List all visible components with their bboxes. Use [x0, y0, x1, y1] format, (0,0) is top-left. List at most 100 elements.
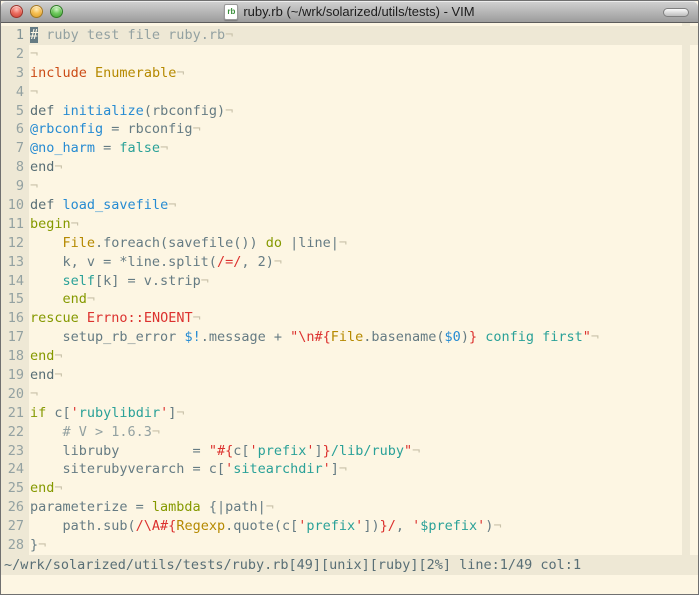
code-text: File.foreach(savefile()) do |line|¬: [29, 234, 347, 253]
code-line[interactable]: 10def load_savefile¬: [1, 196, 698, 215]
code-token: (rbconfig): [144, 103, 225, 119]
code-token: , 2): [241, 254, 274, 270]
document-icon: rb: [224, 4, 238, 20]
code-token: $0: [445, 329, 461, 345]
eol-marker: ¬: [493, 518, 501, 534]
code-line[interactable]: 21if c['rubylibdir']¬: [1, 404, 698, 423]
status-bar: ~/wrk/solarized/utils/tests/ruby.rb[49][…: [1, 555, 698, 575]
eol-marker: ¬: [176, 65, 184, 81]
code-line[interactable]: 2¬: [1, 45, 698, 64]
code-text: begin¬: [29, 215, 79, 234]
line-number: 28: [1, 536, 29, 555]
code-token: ': [225, 461, 233, 477]
eol-marker: ¬: [30, 84, 38, 100]
line-number: 6: [1, 120, 29, 139]
code-line[interactable]: 24 siterubyverarch = c['sitearchdir']¬: [1, 460, 698, 479]
code-token: if: [30, 405, 46, 421]
code-line[interactable]: 28}¬: [1, 536, 698, 555]
line-number: 16: [1, 309, 29, 328]
line-number: 11: [1, 215, 29, 234]
code-line[interactable]: 19end¬: [1, 366, 698, 385]
code-token: load_savefile: [63, 197, 169, 213]
code-line[interactable]: 18end¬: [1, 347, 698, 366]
code-token: ': [160, 405, 168, 421]
code-line[interactable]: 9¬: [1, 177, 698, 196]
code-line[interactable]: 16rescue Errno::ENOENT¬: [1, 309, 698, 328]
eol-marker: ¬: [225, 103, 233, 119]
code-token: c[: [46, 405, 70, 421]
minimize-button[interactable]: [30, 5, 43, 18]
code-line[interactable]: 3include Enumerable¬: [1, 64, 698, 83]
code-token: ]): [363, 518, 379, 534]
code-token: File: [63, 235, 96, 251]
code-token: "#{: [209, 443, 233, 459]
eol-marker: ¬: [266, 499, 274, 515]
code-token: k, v = *line.split(: [30, 254, 217, 270]
code-token: [k] = v.strip: [95, 273, 201, 289]
code-token: rescue: [30, 310, 79, 326]
code-line[interactable]: 22 # V > 1.6.3¬: [1, 423, 698, 442]
eol-marker: ¬: [30, 178, 38, 194]
code-token: Regexp: [176, 518, 225, 534]
code-token: ': [306, 443, 314, 459]
eol-marker: ¬: [87, 291, 95, 307]
code-token: include: [30, 65, 87, 81]
code-token: }: [323, 443, 331, 459]
code-token: =: [95, 140, 119, 156]
command-line[interactable]: [1, 575, 698, 594]
code-line[interactable]: 15 end¬: [1, 290, 698, 309]
window-controls: [10, 5, 63, 18]
code-line[interactable]: 17 setup_rb_error $!.message + "\n#{File…: [1, 328, 698, 347]
code-token: = rbconfig: [103, 121, 192, 137]
eol-marker: ¬: [339, 461, 347, 477]
code-text: siterubyverarch = c['sitearchdir']¬: [29, 460, 347, 479]
code-line[interactable]: 4¬: [1, 83, 698, 102]
code-line[interactable]: 20¬: [1, 385, 698, 404]
code-line[interactable]: 7@no_harm = false¬: [1, 139, 698, 158]
code-token: # V > 1.6.3: [30, 424, 152, 440]
code-token: ": [583, 329, 591, 345]
code-token: end: [30, 480, 54, 496]
line-number: 14: [1, 272, 29, 291]
window-title-group: rb ruby.rb (~/wrk/solarized/utils/tests)…: [71, 1, 628, 22]
code-token: .quote(c[: [225, 518, 298, 534]
code-token: ruby test file ruby.rb: [38, 27, 225, 43]
toolbar-toggle-button[interactable]: [663, 8, 689, 17]
code-token: ): [461, 329, 469, 345]
code-line[interactable]: 23 libruby = "#{c['prefix']}/lib/ruby"¬: [1, 442, 698, 461]
code-line[interactable]: 11begin¬: [1, 215, 698, 234]
eol-marker: ¬: [201, 273, 209, 289]
eol-marker: ¬: [71, 216, 79, 232]
window-title: ruby.rb (~/wrk/solarized/utils/tests) - …: [243, 4, 474, 19]
code-line[interactable]: 26parameterize = lambda {|path|¬: [1, 498, 698, 517]
code-line[interactable]: 13 k, v = *line.split(/=/, 2)¬: [1, 253, 698, 272]
close-button[interactable]: [10, 5, 23, 18]
code-token: false: [119, 140, 160, 156]
code-line[interactable]: 25end¬: [1, 479, 698, 498]
eol-marker: ¬: [225, 27, 233, 43]
code-line[interactable]: 6@rbconfig = rbconfig¬: [1, 120, 698, 139]
line-number: 20: [1, 385, 29, 404]
code-line[interactable]: 8end¬: [1, 158, 698, 177]
code-text: ¬: [29, 45, 38, 64]
code-text: k, v = *line.split(/=/, 2)¬: [29, 253, 282, 272]
eol-marker: ¬: [339, 235, 347, 251]
code-text: @no_harm = false¬: [29, 139, 168, 158]
code-token: $prefix: [420, 518, 477, 534]
line-number: 26: [1, 498, 29, 517]
code-token: [30, 291, 63, 307]
code-line[interactable]: 14 self[k] = v.strip¬: [1, 272, 698, 291]
zoom-button[interactable]: [50, 5, 63, 18]
code-token: do: [266, 235, 282, 251]
editor[interactable]: 1# ruby test file ruby.rb¬2¬3include Enu…: [1, 23, 698, 555]
eol-marker: ¬: [412, 443, 420, 459]
code-line[interactable]: 5def initialize(rbconfig)¬: [1, 102, 698, 121]
title-bar[interactable]: rb ruby.rb (~/wrk/solarized/utils/tests)…: [1, 1, 698, 23]
eol-marker: ¬: [38, 537, 46, 553]
line-number: 7: [1, 139, 29, 158]
code-token: end: [63, 291, 87, 307]
code-line[interactable]: 12 File.foreach(savefile()) do |line|¬: [1, 234, 698, 253]
code-line[interactable]: 27 path.sub(/\A#{Regexp.quote(c['prefix'…: [1, 517, 698, 536]
code-token: @rbconfig: [30, 121, 103, 137]
code-line[interactable]: 1# ruby test file ruby.rb¬: [1, 26, 698, 45]
